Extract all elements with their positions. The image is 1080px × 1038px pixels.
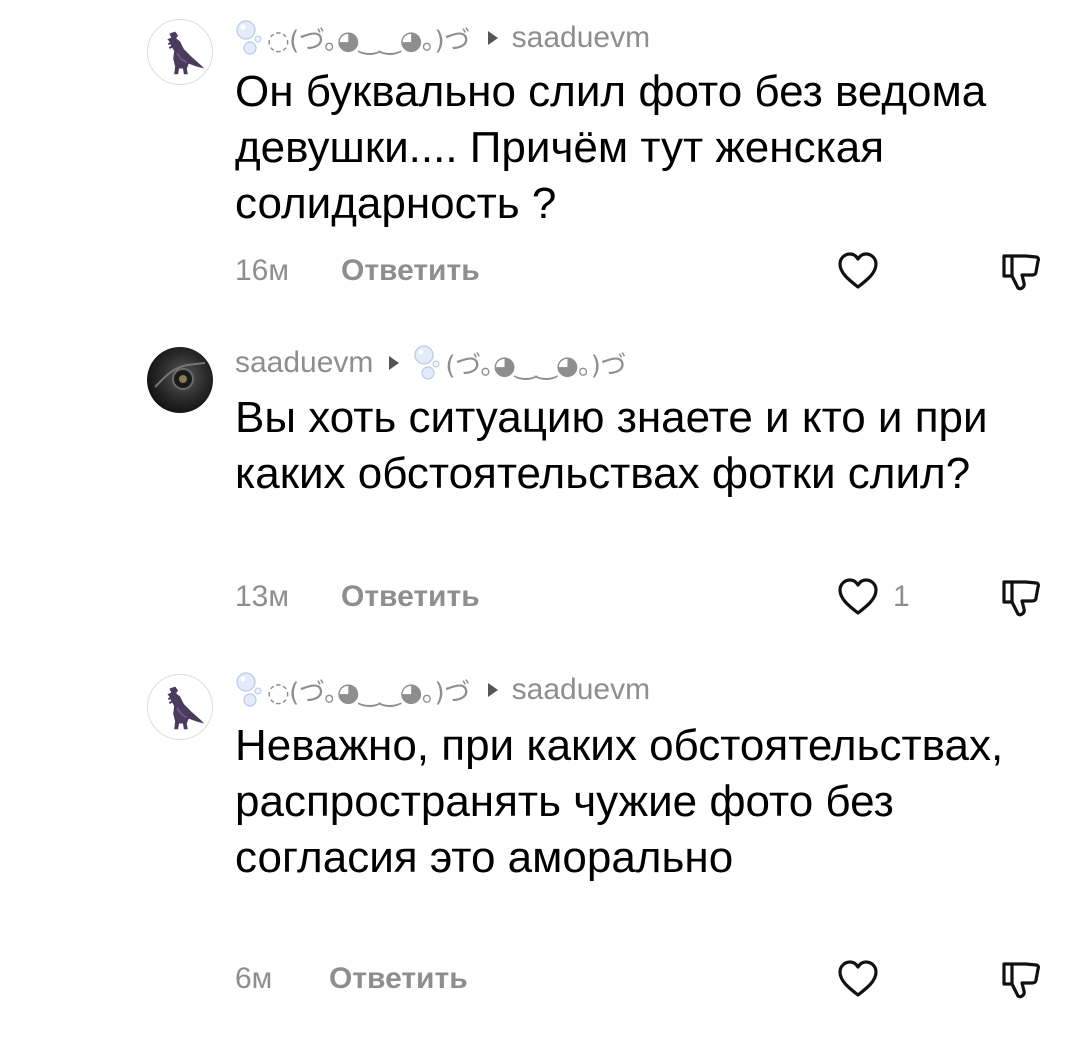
author-name[interactable]: saaduevm bbox=[235, 346, 373, 380]
thumbs-down-icon[interactable] bbox=[998, 248, 1044, 294]
comment-text: Вы хоть ситуацию знаете и кто и при каки… bbox=[235, 393, 988, 498]
heart-outline-icon[interactable] bbox=[835, 956, 881, 1002]
comment-time: 16м bbox=[235, 254, 289, 287]
reply-to-username[interactable]: saaduevm bbox=[512, 21, 650, 55]
bubble-icon bbox=[235, 670, 265, 710]
like-count: 1 bbox=[893, 580, 910, 613]
dinosaur-avatar-icon bbox=[167, 31, 205, 75]
reply-to-username[interactable]: (づ｡◕‿‿◕｡)づ bbox=[445, 345, 626, 382]
avatar[interactable] bbox=[147, 674, 213, 740]
comment-text: Он буквально слил фото без ведома девушк… bbox=[235, 67, 987, 228]
comment-header: saaduevm (づ｡◕‿‿◕｡)づ bbox=[235, 343, 626, 383]
thumbs-down-icon[interactable] bbox=[998, 956, 1044, 1002]
reply-button[interactable]: Ответить bbox=[341, 572, 480, 622]
avatar[interactable] bbox=[147, 347, 213, 413]
dinosaur-avatar-icon bbox=[167, 686, 205, 730]
comment-time: 6м bbox=[235, 962, 273, 995]
comment-actions: 13м Ответить 1 bbox=[235, 572, 1080, 622]
comment-time: 13м bbox=[235, 580, 289, 613]
author-name[interactable]: ◌(づ｡◕‿‿◕｡)づ bbox=[267, 20, 470, 57]
reply-button[interactable]: Ответить bbox=[341, 246, 480, 296]
caret-right-icon bbox=[487, 683, 498, 697]
reply-button[interactable]: Ответить bbox=[329, 954, 468, 1004]
comment-header: ◌(づ｡◕‿‿◕｡)づ saaduevm bbox=[235, 18, 650, 58]
avatar[interactable] bbox=[147, 19, 213, 85]
comment-text: Неважно, при каких обстоятельствах, расп… bbox=[235, 721, 1004, 882]
thumbs-down-icon[interactable] bbox=[998, 574, 1044, 620]
comment-header: ◌(づ｡◕‿‿◕｡)づ saaduevm bbox=[235, 670, 650, 710]
heart-outline-icon[interactable] bbox=[835, 248, 881, 294]
bubble-icon bbox=[413, 343, 443, 383]
caret-right-icon bbox=[487, 31, 498, 45]
photo-avatar-icon bbox=[154, 362, 206, 390]
author-name[interactable]: ◌(づ｡◕‿‿◕｡)づ bbox=[267, 672, 470, 709]
comment-actions: 6м Ответить bbox=[235, 954, 1080, 1004]
reply-to-username[interactable]: saaduevm bbox=[512, 673, 650, 707]
caret-right-icon bbox=[389, 356, 400, 370]
bubble-icon bbox=[235, 18, 265, 58]
comment-actions: 16м Ответить bbox=[235, 246, 1080, 296]
heart-outline-icon[interactable] bbox=[835, 574, 881, 620]
